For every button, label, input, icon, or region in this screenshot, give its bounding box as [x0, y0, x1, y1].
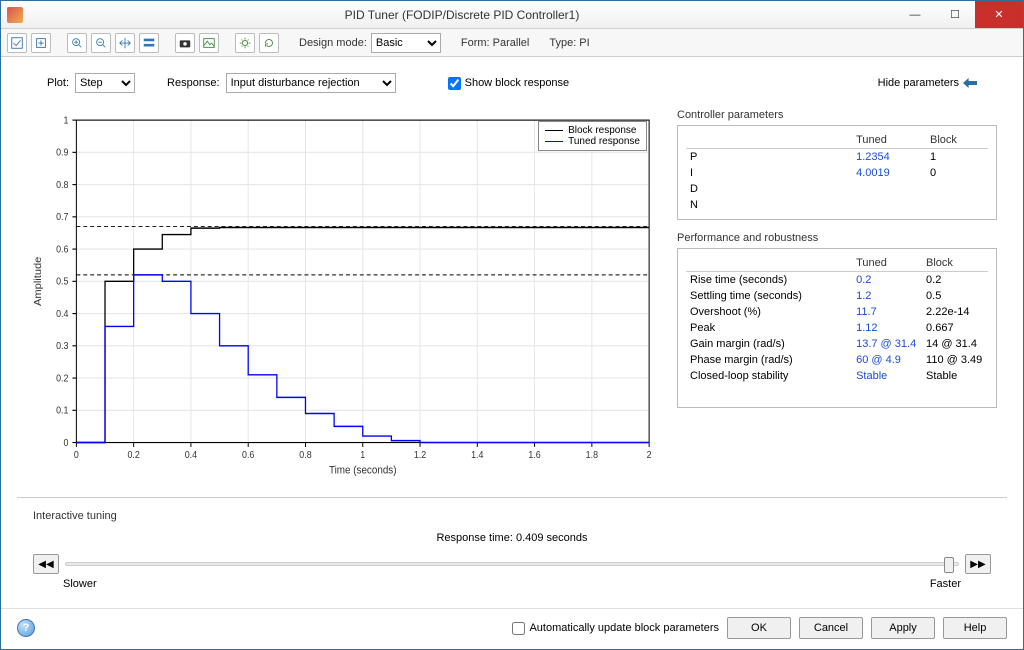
titlebar: PID Tuner (FODIP/Discrete PID Controller… [1, 1, 1023, 29]
svg-text:1.2: 1.2 [414, 450, 426, 462]
faster-label: Faster [930, 578, 961, 590]
export-icon[interactable] [31, 33, 51, 53]
svg-text:2: 2 [647, 450, 652, 462]
picture-icon[interactable] [199, 33, 219, 53]
legend-icon[interactable] [139, 33, 159, 53]
ok-button[interactable]: OK [727, 617, 791, 639]
svg-text:0: 0 [74, 450, 79, 462]
content-area: Plot: Step Response: Input disturbance r… [1, 57, 1023, 608]
window-controls: — ☐ ✕ [895, 1, 1023, 28]
zoom-in-icon[interactable] [67, 33, 87, 53]
response-time-slider-row: ◀◀ ▶▶ [33, 554, 991, 574]
minimize-button[interactable]: — [895, 1, 935, 28]
svg-text:0.7: 0.7 [56, 212, 68, 224]
plot-canvas: 0 0.2 0.4 0.6 0.8 1 1.2 1.4 1.6 1.8 2 0 0.1 0.2 0.3 0.4… [27, 109, 659, 487]
svg-text:1: 1 [64, 115, 69, 127]
svg-text:0.8: 0.8 [56, 179, 68, 191]
performance-panel: Performance and robustness TunedBlock Ri… [677, 232, 997, 408]
close-button[interactable]: ✕ [975, 1, 1023, 28]
apply-button[interactable]: Apply [871, 617, 935, 639]
toolbar: Design mode: Basic Form: Parallel Type: … [1, 29, 1023, 57]
response-time-slider[interactable] [65, 562, 959, 566]
plot-label: Plot: [47, 77, 69, 89]
slider-thumb[interactable] [944, 557, 954, 573]
svg-text:0.8: 0.8 [299, 450, 311, 462]
svg-text:1.6: 1.6 [528, 450, 540, 462]
plot-controls-row: Plot: Step Response: Input disturbance r… [17, 69, 1007, 99]
help-icon[interactable]: ? [17, 619, 35, 637]
svg-text:0.3: 0.3 [56, 341, 68, 353]
tuning-title: Interactive tuning [33, 510, 991, 522]
response-select[interactable]: Input disturbance rejection [226, 73, 396, 93]
zoom-out-icon[interactable] [91, 33, 111, 53]
maximize-button[interactable]: ☐ [935, 1, 975, 28]
pan-icon[interactable] [115, 33, 135, 53]
svg-text:1.4: 1.4 [471, 450, 483, 462]
form-label: Form: Parallel [461, 37, 529, 49]
svg-text:Amplitude: Amplitude [32, 256, 43, 306]
svg-text:0.6: 0.6 [242, 450, 254, 462]
cancel-button[interactable]: Cancel [799, 617, 863, 639]
interactive-tuning-section: Interactive tuning Response time: 0.409 … [17, 497, 1007, 596]
svg-text:Time (seconds): Time (seconds) [329, 464, 397, 477]
design-mode-select[interactable]: Basic [371, 33, 441, 53]
type-label: Type: PI [549, 37, 589, 49]
controller-params-table: TunedBlock P1.23541I4.00190DN [686, 132, 988, 213]
svg-text:0: 0 [64, 437, 69, 449]
svg-text:0.2: 0.2 [127, 450, 139, 462]
svg-text:0.4: 0.4 [185, 450, 197, 462]
show-block-checkbox[interactable]: Show block response [448, 77, 570, 90]
show-block-input[interactable] [448, 77, 461, 90]
svg-text:0.5: 0.5 [56, 276, 68, 288]
plot-select[interactable]: Step [75, 73, 135, 93]
legend-swatch-tuned [545, 141, 563, 142]
svg-text:1: 1 [360, 450, 365, 462]
svg-text:0.9: 0.9 [56, 147, 68, 159]
controller-params-title: Controller parameters [677, 109, 997, 121]
step-slower-button[interactable]: ◀◀ [33, 554, 59, 574]
svg-text:0.6: 0.6 [56, 244, 68, 256]
hide-parameters-link[interactable]: Hide parameters [878, 77, 977, 89]
mid-row: 0 0.2 0.4 0.6 0.8 1 1.2 1.4 1.6 1.8 2 0 0.1 0.2 0.3 0.4… [17, 109, 1007, 487]
slower-label: Slower [63, 578, 97, 590]
footer: ? Automatically update block parameters … [1, 608, 1023, 649]
design-mode-label: Design mode: [299, 37, 367, 49]
legend-swatch-block [545, 130, 563, 131]
svg-text:0.4: 0.4 [56, 308, 68, 320]
auto-update-input[interactable] [512, 622, 525, 635]
gear-icon[interactable] [235, 33, 255, 53]
svg-text:1.8: 1.8 [586, 450, 598, 462]
app-icon [7, 7, 23, 23]
help-button[interactable]: Help [943, 617, 1007, 639]
arrow-left-icon [963, 78, 977, 88]
svg-text:0.2: 0.2 [56, 373, 68, 385]
step-faster-button[interactable]: ▶▶ [965, 554, 991, 574]
pid-tuner-window: PID Tuner (FODIP/Discrete PID Controller… [0, 0, 1024, 650]
response-plot[interactable]: 0 0.2 0.4 0.6 0.8 1 1.2 1.4 1.6 1.8 2 0 0.1 0.2 0.3 0.4… [27, 109, 659, 487]
response-time-text: Response time: 0.409 seconds [33, 532, 991, 544]
performance-table: TunedBlock Rise time (seconds)0.20.2Sett… [686, 255, 988, 384]
snapshot-icon[interactable] [175, 33, 195, 53]
right-column: Controller parameters TunedBlock P1.2354… [677, 109, 997, 487]
auto-update-checkbox[interactable]: Automatically update block parameters [512, 622, 719, 635]
refresh-icon[interactable] [259, 33, 279, 53]
performance-title: Performance and robustness [677, 232, 997, 244]
controller-params-panel: Controller parameters TunedBlock P1.2354… [677, 109, 997, 220]
window-title: PID Tuner (FODIP/Discrete PID Controller… [29, 8, 895, 22]
update-icon[interactable] [7, 33, 27, 53]
svg-text:0.1: 0.1 [56, 405, 68, 417]
response-label: Response: [167, 77, 220, 89]
plot-legend: Block response Tuned response [538, 121, 647, 151]
